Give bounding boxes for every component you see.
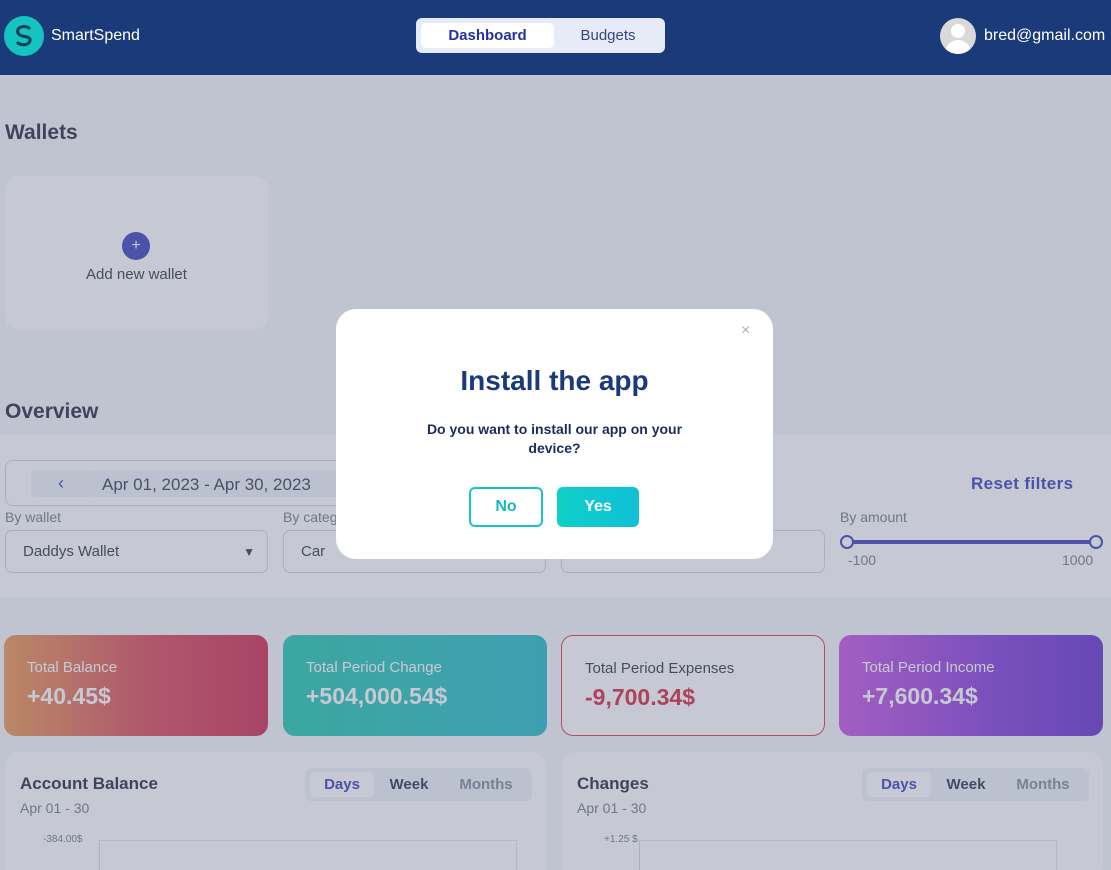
no-button[interactable]: No	[469, 487, 543, 527]
main-nav-switch: Dashboard Budgets	[416, 18, 665, 53]
top-navigation-bar: SmartSpend Dashboard Budgets bred@gmail.…	[0, 0, 1111, 75]
dialog-title: Install the app	[460, 365, 649, 396]
yes-button[interactable]: Yes	[557, 487, 639, 527]
tab-budgets[interactable]: Budgets	[556, 23, 660, 48]
user-avatar-icon[interactable]	[940, 18, 976, 54]
install-app-dialog: × Install the app Do you want to install…	[336, 309, 773, 559]
brand-name[interactable]: SmartSpend	[51, 27, 140, 45]
s-logo-icon[interactable]	[4, 16, 44, 56]
tab-dashboard[interactable]: Dashboard	[421, 23, 554, 48]
user-email[interactable]: bred@gmail.com	[984, 27, 1105, 45]
close-icon[interactable]: ×	[741, 322, 750, 340]
dialog-message: Do you want to install our app on your d…	[426, 421, 683, 456]
